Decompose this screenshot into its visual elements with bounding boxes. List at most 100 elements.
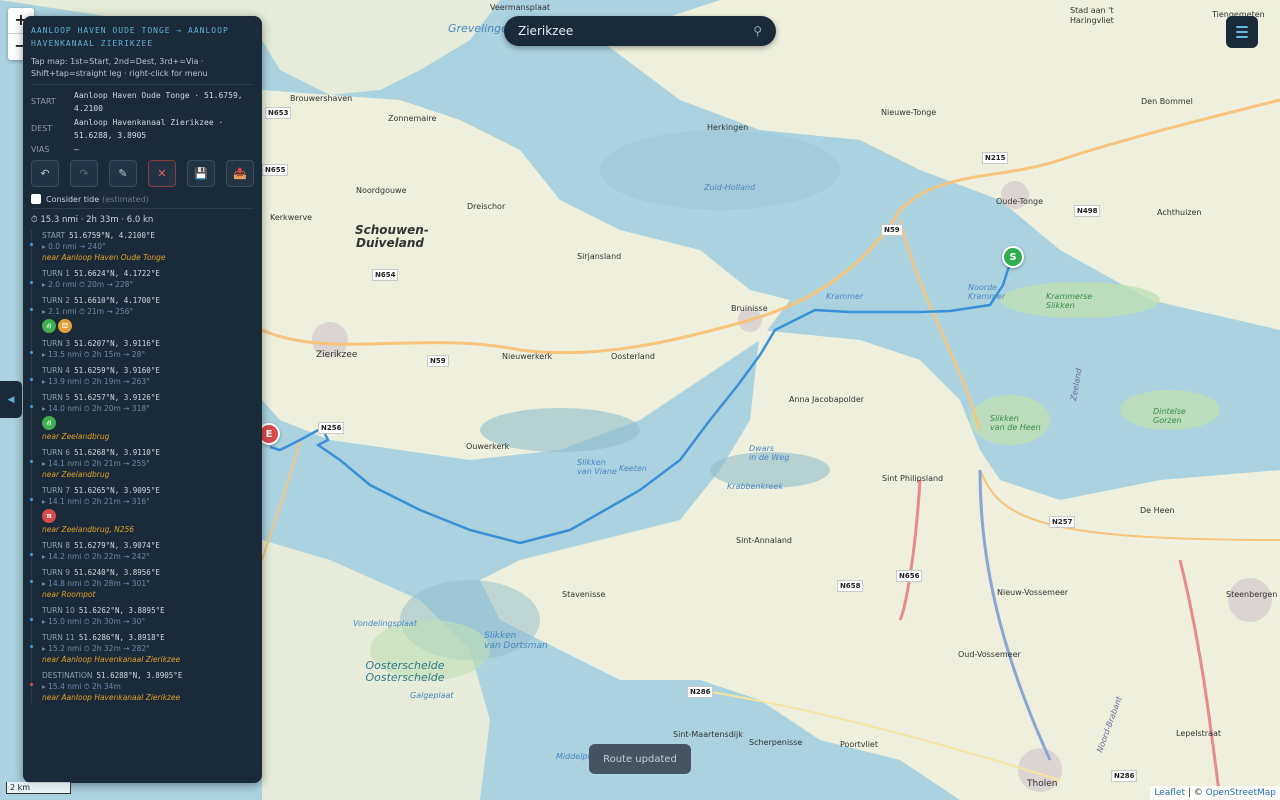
road-shield: N658 bbox=[837, 580, 864, 592]
map-label-town: Sirjansland bbox=[577, 252, 622, 261]
menu-button[interactable] bbox=[1226, 16, 1258, 48]
road-shield: N653 bbox=[265, 107, 292, 119]
map-attribution: Leaflet | © OpenStreetMap bbox=[1150, 786, 1280, 800]
waypoint-header: TURN 5 51.6257°N, 3.9126°E bbox=[42, 392, 254, 403]
road-shield: N498 bbox=[1074, 205, 1101, 217]
search-icon[interactable]: ⚲ bbox=[753, 24, 762, 38]
waypoint-item[interactable]: TURN 6 51.6268°N, 3.9110°E ▸ 14.1 nmi ⏱ 2h… bbox=[30, 447, 254, 480]
clear-button[interactable]: ✕ bbox=[148, 160, 176, 187]
waypoint-dot bbox=[30, 378, 33, 381]
road-shield: N655 bbox=[262, 164, 289, 176]
waypoint-coord: 51.6624°N, 4.1722°E bbox=[74, 269, 160, 278]
waypoint-item[interactable]: TURN 5 51.6257°N, 3.9126°E ▸ 14.0 nmi ⏱ 2h… bbox=[30, 392, 254, 442]
road-shield: N59 bbox=[427, 355, 449, 367]
waypoint-near: near Aanloop Haven Oude Tonge bbox=[42, 253, 166, 262]
tide-label: Consider tide bbox=[46, 194, 100, 204]
waypoint-dot bbox=[30, 281, 33, 284]
tide-option[interactable]: Consider tide (estimated) bbox=[31, 194, 254, 204]
waypoint-header: TURN 10 51.6262°N, 3.8895°E bbox=[42, 605, 254, 616]
chevron-left-icon: ◀ bbox=[7, 394, 15, 405]
waypoint-item[interactable]: TURN 9 51.6240°N, 3.8956°E ▸ 14.8 nmi ⏱ 2h… bbox=[30, 567, 254, 600]
start-value: Aanloop Haven Oude Tonge · 51.6759, 4.21… bbox=[74, 91, 243, 113]
road-shield: N654 bbox=[372, 269, 399, 281]
waypoint-item[interactable]: TURN 8 51.6279°N, 3.9074°E ▸ 14.2 nmi ⏱ 2h… bbox=[30, 540, 254, 562]
vias-label: VIAS bbox=[31, 145, 50, 154]
waypoint-item[interactable]: TURN 3 51.6207°N, 3.9116°E ▸ 13.5 nmi ⏱ 2h… bbox=[30, 338, 254, 360]
waypoint-item[interactable]: START 51.6759°N, 4.2100°E ▸ 0.0 nmi → 240°… bbox=[30, 230, 254, 263]
menu-icon-bar bbox=[1236, 36, 1248, 38]
map-label-town: Veermansplaat bbox=[490, 3, 551, 12]
waypoint-header: TURN 4 51.6259°N, 3.9160°E bbox=[42, 365, 254, 376]
tide-checkbox[interactable] bbox=[31, 194, 41, 204]
road-shield: N656 bbox=[896, 570, 923, 582]
waypoint-coord: 51.6240°N, 3.8956°E bbox=[74, 568, 160, 577]
junction-icon: ⛙ bbox=[42, 319, 56, 333]
attribution-sep: | © bbox=[1184, 788, 1206, 798]
save-icon: 💾 bbox=[194, 167, 208, 180]
waypoint-item[interactable]: TURN 1 51.6624°N, 4.1722°E ▸ 2.0 nmi ⏱ 20m… bbox=[30, 268, 254, 290]
waypoint-coord: 51.6279°N, 3.9074°E bbox=[74, 541, 160, 550]
waypoint-header: START 51.6759°N, 4.2100°E bbox=[42, 230, 254, 241]
waypoint-leg: ▸ 0.0 nmi → 240° bbox=[42, 242, 106, 251]
route-summary: ⏱ 15.3 nmi · 2h 33m · 6.0 kn bbox=[31, 215, 154, 225]
map-label-town: Ouwerkerk bbox=[466, 442, 510, 451]
search-bar: ⚲ bbox=[504, 16, 776, 46]
junction-icon: ⛙ bbox=[42, 416, 56, 430]
waypoint-near: near Zeelandbrug, N256 bbox=[42, 525, 135, 534]
waypoint-item[interactable]: TURN 4 51.6259°N, 3.9160°E ▸ 13.9 nmi ⏱ 2h… bbox=[30, 365, 254, 387]
waypoint-dot bbox=[30, 580, 33, 583]
map-label-town: Zonnemaire bbox=[388, 114, 437, 123]
waypoint-label: TURN 9 bbox=[42, 568, 71, 577]
waypoint-dot bbox=[30, 553, 33, 556]
osm-link[interactable]: OpenStreetMap bbox=[1206, 788, 1276, 798]
edit-button[interactable]: ✎ bbox=[109, 160, 137, 187]
waypoint-item[interactable]: TURN 11 51.6286°N, 3.8918°E ▸ 15.2 nmi ⏱ 2… bbox=[30, 632, 254, 665]
waypoint-label: TURN 1 bbox=[42, 269, 71, 278]
dest-value: Aanloop Havenkanaal Zierikzee · 51.6288,… bbox=[74, 118, 224, 140]
waypoint-item[interactable]: TURN 2 51.6610°N, 4.1700°E ▸ 2.1 nmi ⏱ 21m… bbox=[30, 295, 254, 333]
map-label-town: Noordgouwe bbox=[356, 186, 407, 195]
leaflet-link[interactable]: Leaflet bbox=[1154, 788, 1185, 798]
map-label-town: Lepelstraat bbox=[1176, 729, 1221, 738]
search-input[interactable] bbox=[518, 24, 754, 38]
map-label-town: Bruinisse bbox=[731, 304, 768, 313]
map-label-water: Slikken van Dortsman bbox=[484, 631, 548, 651]
road-shield: N286 bbox=[1111, 770, 1138, 782]
waypoint-leg: ▸ 2.0 nmi ⏱ 20m → 228° bbox=[42, 280, 134, 289]
waypoint-dot bbox=[30, 243, 33, 246]
save-button[interactable]: 💾 bbox=[187, 160, 215, 187]
vias-value: – bbox=[74, 145, 79, 154]
waypoint-item[interactable]: DESTINATION 51.6288°N, 3.8905°E ▸ 15.4 nmi… bbox=[30, 670, 254, 703]
waypoint-item[interactable]: TURN 7 51.6265°N, 3.9095°E ▸ 14.1 nmi ⏱ 2h… bbox=[30, 485, 254, 535]
waypoint-item[interactable]: TURN 10 51.6262°N, 3.8895°E ▸ 15.0 nmi ⏱ 2… bbox=[30, 605, 254, 627]
undo-button[interactable]: ↶ bbox=[31, 160, 59, 187]
bridge-icon: π bbox=[42, 509, 56, 523]
waypoint-header: TURN 3 51.6207°N, 3.9116°E bbox=[42, 338, 254, 349]
map-label-schouwen: Schouwen- Duiveland bbox=[355, 223, 429, 250]
waypoint-leg: ▸ 13.9 nmi ⏱ 2h 19m → 263° bbox=[42, 377, 150, 386]
waypoint-near: near Roompot bbox=[42, 590, 96, 599]
waypoint-coord: 51.6268°N, 3.9110°E bbox=[74, 448, 160, 457]
map-label-town: Nieuwe-Tonge bbox=[881, 108, 937, 117]
waypoint-leg: ▸ 14.8 nmi ⏱ 2h 28m → 301° bbox=[42, 579, 150, 588]
waypoint-dot bbox=[30, 683, 33, 686]
waypoint-label: TURN 7 bbox=[42, 486, 71, 495]
road-shield: N257 bbox=[1049, 516, 1076, 528]
waypoint-leg: ▸ 14.0 nmi ⏱ 2h 20m → 318° bbox=[42, 404, 150, 413]
waypoint-header: TURN 2 51.6610°N, 4.1700°E bbox=[42, 295, 254, 306]
start-marker[interactable]: S bbox=[1002, 246, 1024, 268]
tide-note: (estimated) bbox=[102, 194, 149, 204]
waypoint-label: TURN 8 bbox=[42, 541, 71, 550]
waypoint-header: TURN 1 51.6624°N, 4.1722°E bbox=[42, 268, 254, 279]
map-label-town: Scherpenisse bbox=[749, 738, 803, 747]
waypoint-dot bbox=[30, 308, 33, 311]
export-button[interactable]: 📤 bbox=[226, 160, 254, 187]
map-label-town: Sint-Annaland bbox=[736, 536, 793, 545]
map-label-town: Oude-Tonge bbox=[996, 197, 1044, 206]
toolbar: ↶ ↷ ✎ ✕ 💾 📤 bbox=[31, 160, 254, 187]
redo-button[interactable]: ↷ bbox=[70, 160, 98, 187]
waypoint-header: TURN 11 51.6286°N, 3.8918°E bbox=[42, 632, 254, 643]
waypoint-leg: ▸ 14.1 nmi ⏱ 2h 21m → 255° bbox=[42, 459, 150, 468]
collapse-panel-button[interactable]: ◀ bbox=[0, 381, 22, 418]
map-label-town: Nieuwerkerk bbox=[502, 352, 553, 361]
